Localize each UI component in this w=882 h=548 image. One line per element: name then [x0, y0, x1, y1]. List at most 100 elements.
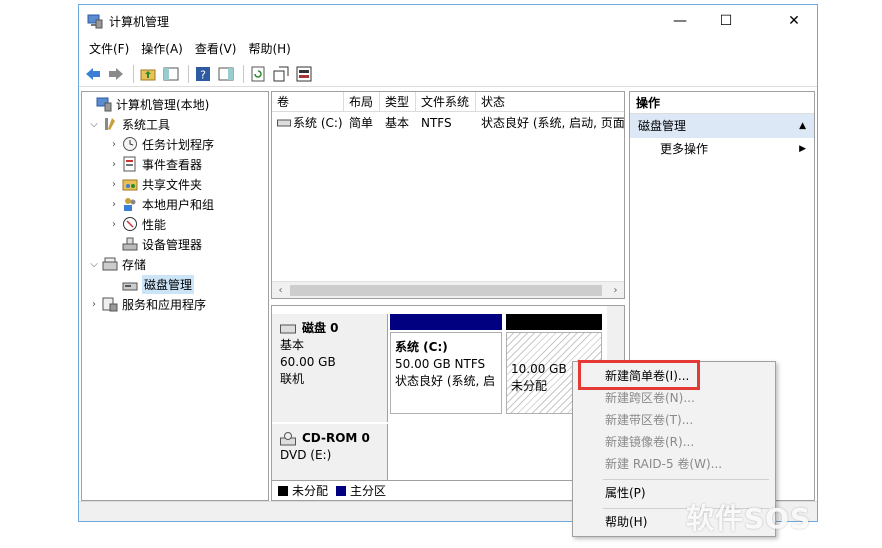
tree-item-services-apps[interactable]: › 服务和应用程序 — [88, 294, 274, 314]
disk-size: 60.00 GB — [280, 355, 336, 369]
partition-size: 50.00 GB NTFS — [395, 357, 486, 371]
minimize-button[interactable]: — — [657, 5, 703, 37]
drive-icon — [277, 119, 291, 127]
tree-label: 系统工具 — [122, 117, 171, 132]
expanded-chevron-icon[interactable]: ⌵ — [88, 259, 100, 270]
tree-label: 任务计划程序 — [142, 137, 215, 152]
toolbar-separator — [243, 64, 244, 83]
tree-item-event-viewer[interactable]: › 事件查看器 — [108, 154, 294, 174]
collapsed-chevron-icon[interactable]: › — [108, 219, 120, 230]
cdrom-icon — [280, 431, 296, 445]
toolbar-separator — [188, 64, 189, 83]
menu-item-new-raid5-volume[interactable]: 新建 RAID-5 卷(W)... — [575, 453, 773, 475]
table-row[interactable]: 系统 (C:) — [272, 114, 344, 132]
column-header-status[interactable]: 状态 — [476, 92, 624, 112]
legend-unallocated: 未分配 — [292, 484, 329, 498]
submenu-arrow-icon: ▶ — [799, 144, 806, 154]
volume-status: 状态良好 (系统, 启动, 页面 — [481, 116, 624, 130]
refresh-icon — [251, 66, 265, 81]
properties-toolbar-button[interactable] — [271, 64, 291, 84]
computer-management-icon — [96, 97, 112, 112]
forward-button[interactable] — [106, 64, 126, 84]
volume-name: 系统 (C:) — [293, 116, 343, 130]
computer-management-icon — [87, 14, 103, 29]
collapsed-chevron-icon[interactable]: › — [108, 179, 120, 190]
show-hide-tree-button[interactable] — [161, 64, 181, 84]
tree-label: 存储 — [122, 257, 147, 272]
primary-swatch — [336, 485, 347, 496]
legend-primary: 主分区 — [350, 484, 387, 498]
column-header-layout[interactable]: 布局 — [344, 92, 380, 112]
volume-list: 卷 布局 类型 文件系统 状态 系统 (C:) 简单 基本 NTFS 状态良好 … — [271, 91, 625, 299]
disk-0-label[interactable]: 磁盘 0 基本 60.00 GB 联机 — [272, 314, 388, 422]
tree-label: 共享文件夹 — [142, 177, 203, 192]
up-folder-button[interactable] — [138, 64, 158, 84]
tree-item-performance[interactable]: › 性能 — [108, 214, 294, 234]
tree-item-root[interactable]: 计算机管理(本地) — [82, 94, 268, 114]
device-manager-icon — [122, 237, 138, 251]
watermark-text: 软件SOS — [686, 502, 812, 535]
cdrom-drive: DVD (E:) — [280, 448, 332, 462]
tree-item-device-manager[interactable]: 设备管理器 — [108, 234, 294, 254]
menu-item-new-striped-volume[interactable]: 新建带区卷(T)... — [575, 409, 773, 431]
disk-list-icon — [296, 66, 312, 81]
more-actions-label: 更多操作 — [660, 142, 709, 156]
refresh-button[interactable] — [248, 64, 268, 84]
close-button[interactable]: ✕ — [771, 5, 817, 37]
tree-item-shared-folders[interactable]: › 共享文件夹 — [108, 174, 294, 194]
actions-section-disk-management[interactable]: 磁盘管理 ▲ — [630, 114, 814, 138]
tree-item-local-users[interactable]: › 本地用户和组 — [108, 194, 294, 214]
tree-label: 本地用户和组 — [142, 197, 215, 212]
tree-item-storage[interactable]: ⌵ 存储 — [88, 254, 274, 274]
help-icon: ? — [196, 66, 210, 81]
collapsed-chevron-icon[interactable]: › — [88, 299, 100, 310]
console-tree: 计算机管理(本地) ⌵ 系统工具 › 任务计划程序 › 事件查看器 › 共享文件… — [81, 91, 269, 501]
highlight-annotation-box — [578, 360, 700, 390]
cdrom-0-label[interactable]: CD-ROM 0 DVD (E:) — [272, 424, 388, 480]
partition-c[interactable]: 系统 (C:) 50.00 GB NTFS 状态良好 (系统, 启 — [390, 314, 502, 414]
scroll-left-icon[interactable]: ‹ — [272, 282, 289, 299]
window-title: 计算机管理 — [109, 15, 170, 29]
column-header-filesystem[interactable]: 文件系统 — [416, 92, 476, 112]
disk-state: 联机 — [280, 372, 305, 386]
collapse-triangle-icon[interactable]: ▲ — [799, 114, 806, 138]
storage-icon — [102, 257, 118, 271]
menu-separator — [603, 479, 769, 480]
show-action-pane-button[interactable] — [216, 64, 236, 84]
maximize-button[interactable]: ☐ — [703, 5, 749, 37]
disk-toolbar-button[interactable] — [294, 64, 314, 84]
scrollbar-thumb[interactable] — [290, 285, 602, 296]
column-header-volume[interactable]: 卷 — [272, 92, 344, 112]
partition-name: 系统 (C:) — [395, 340, 448, 354]
primary-partition-bar — [390, 314, 502, 330]
back-button[interactable] — [83, 64, 103, 84]
expanded-chevron-icon[interactable]: ⌵ — [88, 119, 100, 130]
tree-label: 性能 — [142, 217, 167, 232]
services-icon — [102, 297, 118, 312]
clock-icon — [123, 137, 137, 151]
collapsed-chevron-icon[interactable]: › — [108, 199, 120, 210]
tree-item-disk-management[interactable]: 磁盘管理 — [108, 274, 294, 294]
more-actions-item[interactable]: 更多操作 ▶ — [630, 138, 814, 160]
column-header-type[interactable]: 类型 — [380, 92, 416, 112]
menu-item-new-spanned-volume[interactable]: 新建跨区卷(N)... — [575, 387, 773, 409]
partition-status: 状态良好 (系统, 启 — [395, 374, 496, 388]
menu-item-new-mirrored-volume[interactable]: 新建镜像卷(R)... — [575, 431, 773, 453]
cdrom-name: CD-ROM 0 — [302, 431, 370, 445]
tree-label: 设备管理器 — [142, 237, 203, 252]
collapsed-chevron-icon[interactable]: › — [108, 139, 120, 150]
horizontal-scrollbar[interactable]: ‹ › — [272, 281, 624, 298]
tree-item-task-scheduler[interactable]: › 任务计划程序 — [108, 134, 294, 154]
scroll-right-icon[interactable]: › — [607, 282, 624, 299]
menu-action[interactable]: 操作(A) — [135, 40, 189, 57]
menu-view[interactable]: 查看(V) — [189, 40, 243, 57]
help-button[interactable]: ? — [193, 64, 213, 84]
menu-file[interactable]: 文件(F) — [83, 40, 135, 57]
collapsed-chevron-icon[interactable]: › — [108, 159, 120, 170]
tree-item-system-tools[interactable]: ⌵ 系统工具 — [88, 114, 274, 134]
properties-icon — [273, 66, 289, 81]
menu-help[interactable]: 帮助(H) — [242, 40, 296, 57]
toolbar-separator — [133, 64, 134, 83]
users-icon — [124, 198, 136, 211]
disk-type: 基本 — [280, 338, 305, 352]
